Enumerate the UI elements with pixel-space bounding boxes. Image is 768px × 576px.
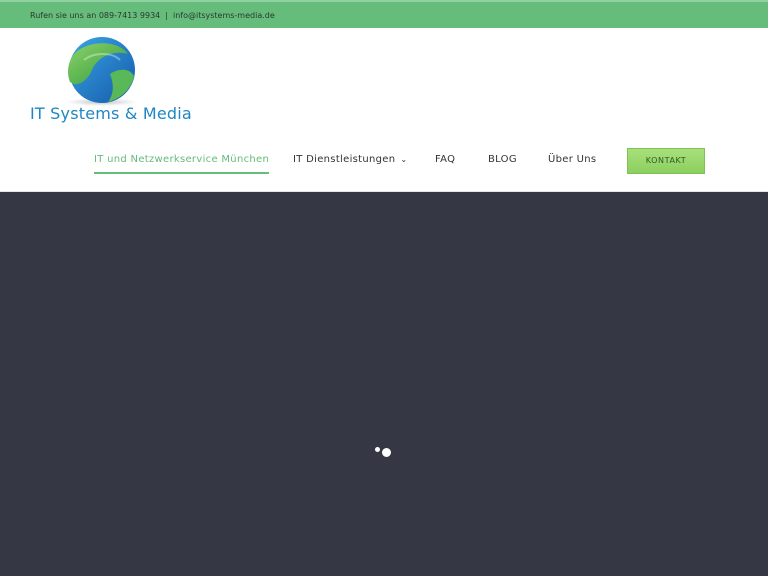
nav-item-label: IT und Netzwerkservice München [94,154,270,165]
chevron-down-icon: ⌄ [400,155,408,164]
nav-item-it-netzwerkservice[interactable]: IT und Netzwerkservice München [94,148,270,178]
top-bar: Rufen sie uns an 089-7413 9934 | info@it… [0,0,768,28]
nav-item-label: IT Dienstleistungen [293,154,396,165]
nav-item-ueber-uns[interactable]: Über Uns [548,148,596,178]
loading-dot-icon [382,448,391,457]
nav-item-label: Über Uns [548,154,597,165]
logo-text: IT Systems & Media [30,104,192,123]
nav-item-faq[interactable]: FAQ [435,148,455,178]
separator: | [165,10,168,20]
phone-text: Rufen sie uns an 089-7413 9934 [30,10,161,20]
loading-dot-icon [375,447,380,452]
active-underline [94,172,270,174]
email-link[interactable]: info@itsystems-media.de [173,11,275,20]
hero-section [0,192,768,576]
kontakt-button[interactable]: KONTAKT [627,148,705,174]
nav-item-label: FAQ [435,154,456,165]
header: IT Systems & Media IT und Netzwerkservic… [0,28,768,192]
nav-item-blog[interactable]: BLOG [488,148,517,178]
nav-item-it-dienstleistungen[interactable]: IT Dienstleistungen ⌄ [293,148,407,178]
nav-item-label: BLOG [488,154,517,165]
